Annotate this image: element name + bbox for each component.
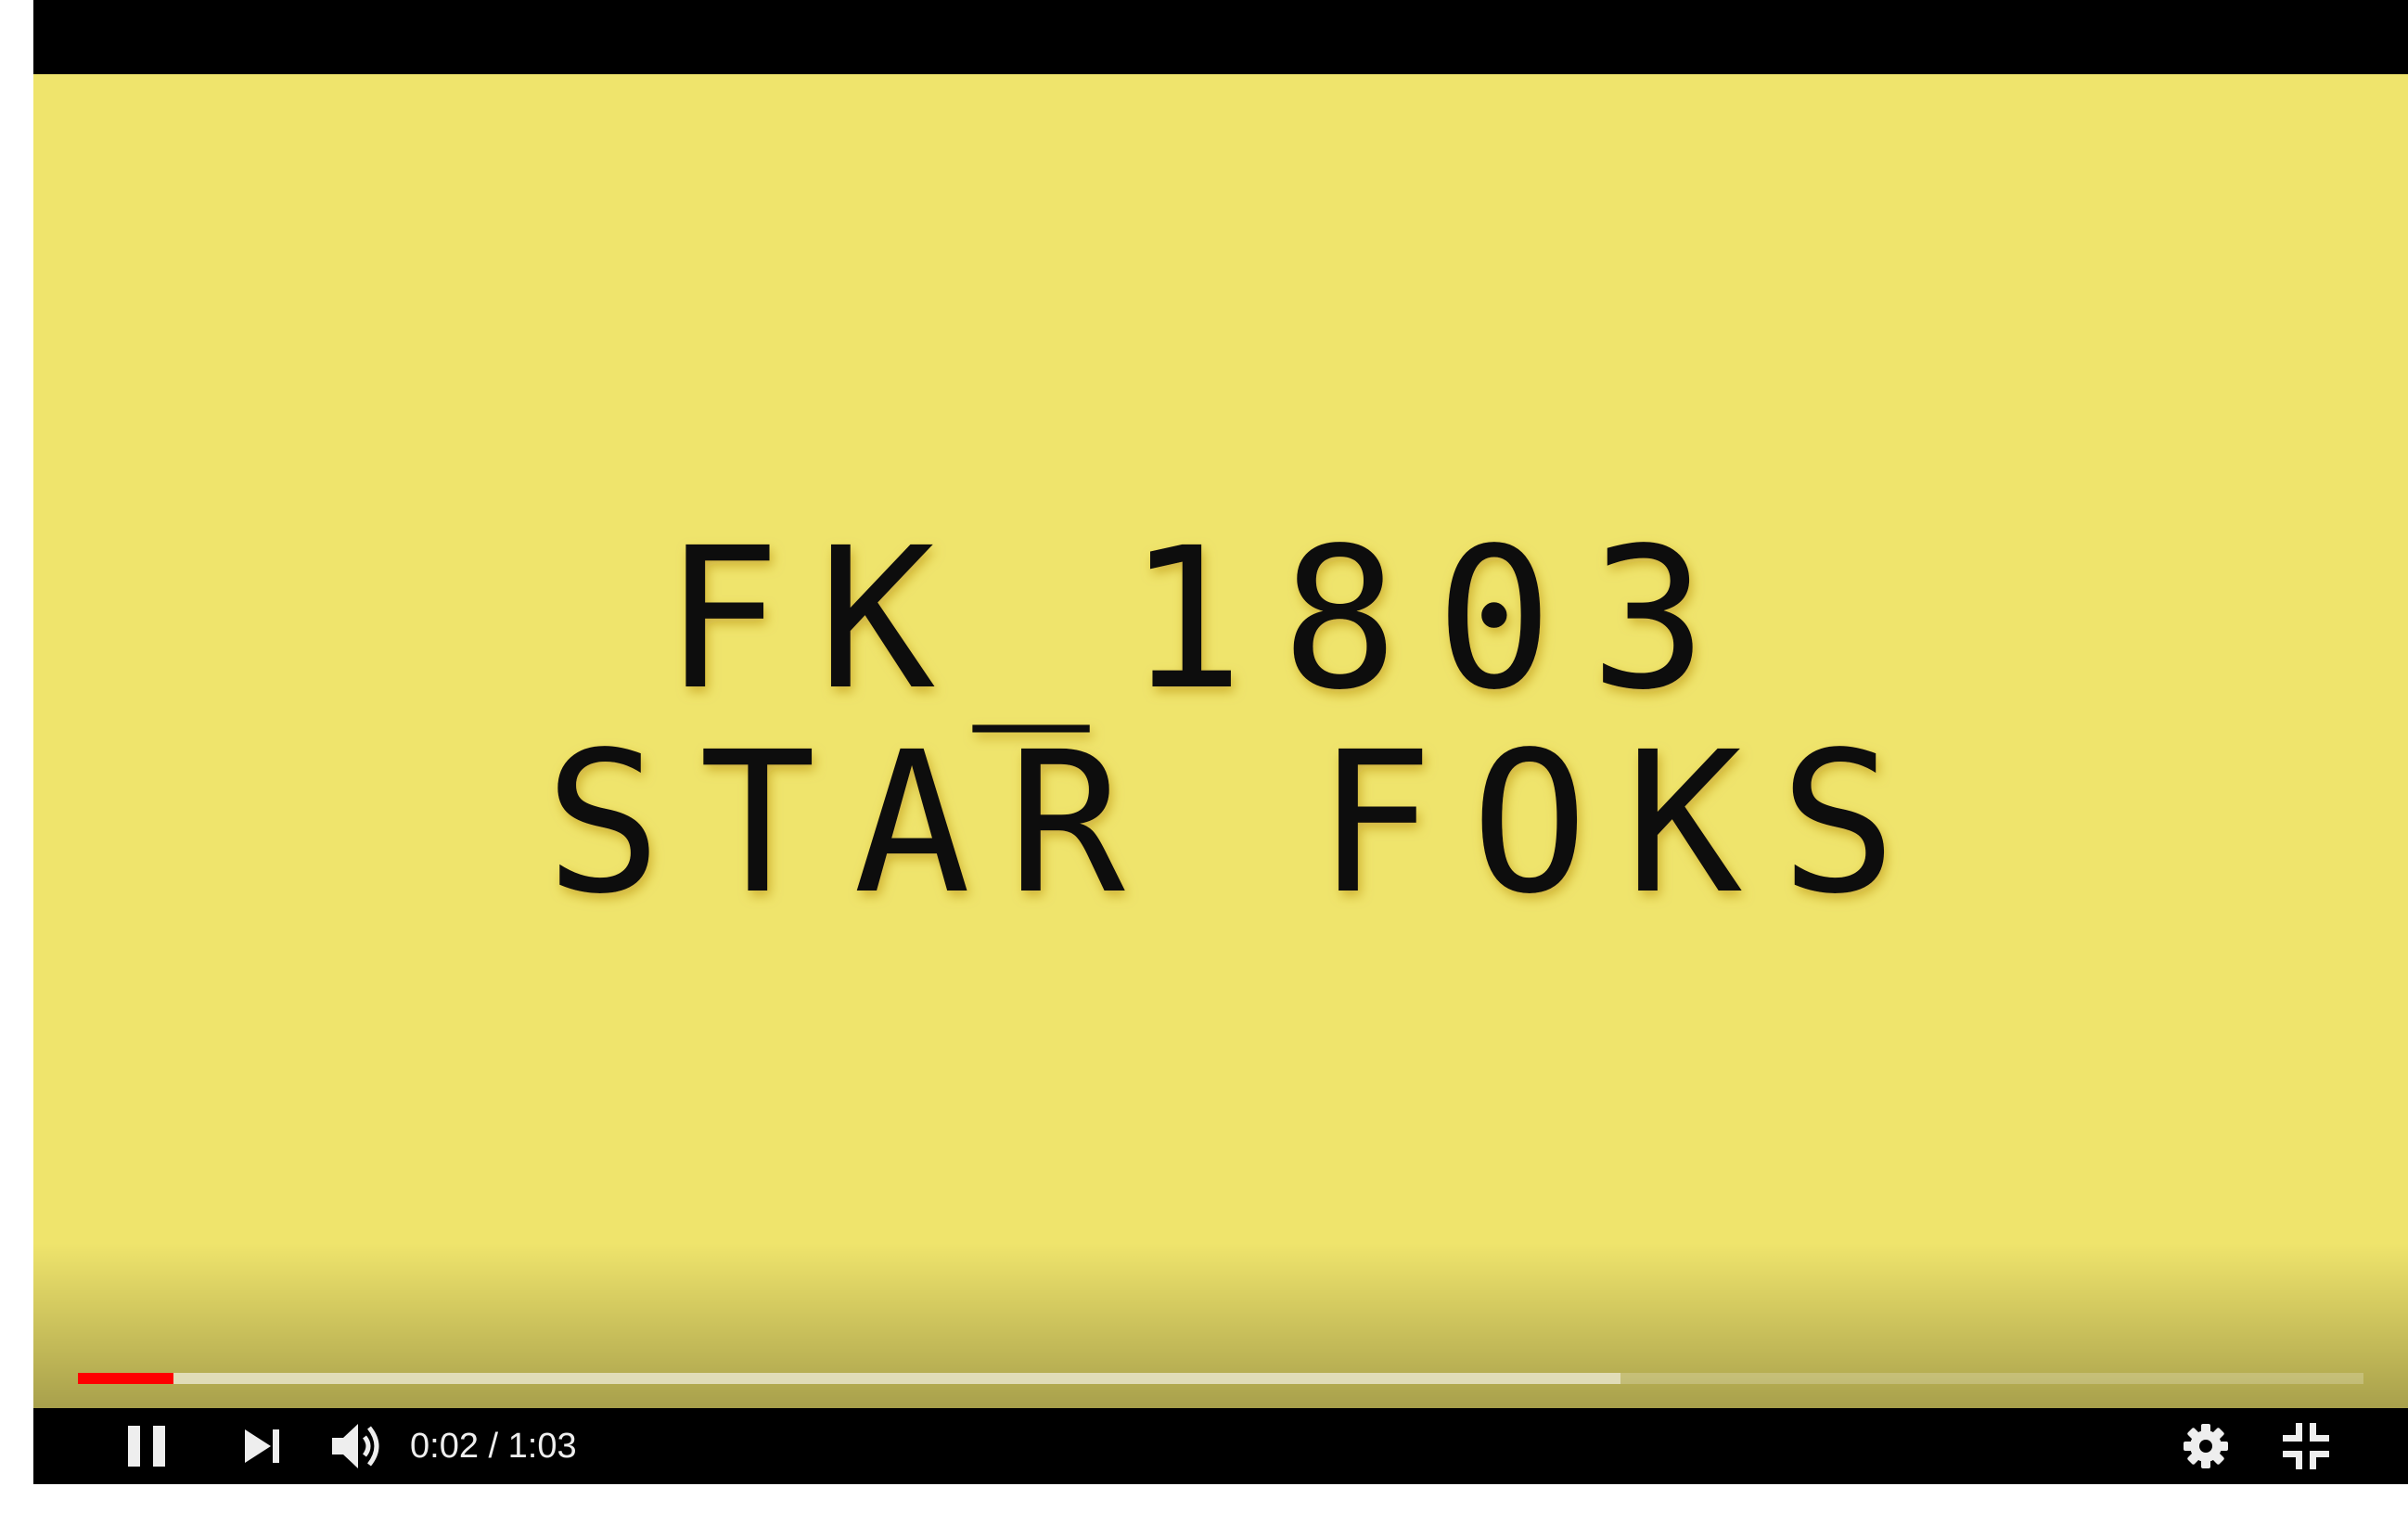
- current-time: 0:02: [410, 1427, 479, 1466]
- video-title-card: FK_1803 STAR FOKS: [33, 74, 2408, 1408]
- skip-next-icon: [245, 1429, 279, 1463]
- exit-fullscreen-button[interactable]: [2267, 1408, 2345, 1484]
- time-display: 0:02 / 1:03: [410, 1408, 577, 1484]
- gear-icon: [2184, 1424, 2228, 1468]
- video-player[interactable]: FK_1803 STAR FOKS 0:02 / 1:03: [33, 0, 2408, 1484]
- settings-button[interactable]: [2169, 1408, 2243, 1484]
- progress-played: [78, 1373, 174, 1384]
- time-separator: /: [478, 1427, 508, 1466]
- volume-button[interactable]: [314, 1408, 403, 1484]
- progress-buffered: [78, 1373, 1621, 1384]
- volume-high-icon: [332, 1424, 379, 1468]
- pause-button[interactable]: [109, 1408, 184, 1484]
- fullscreen-exit-icon: [2283, 1423, 2329, 1469]
- duration: 1:03: [507, 1427, 577, 1466]
- progress-bar[interactable]: [78, 1373, 2363, 1384]
- title-line-2: STAR FOKS: [544, 710, 1934, 937]
- pause-icon: [128, 1426, 165, 1467]
- title-line-1: FK_1803: [663, 506, 1744, 733]
- next-button[interactable]: [224, 1408, 299, 1484]
- control-bar: 0:02 / 1:03: [33, 1408, 2408, 1484]
- video-frame[interactable]: FK_1803 STAR FOKS: [33, 74, 2408, 1408]
